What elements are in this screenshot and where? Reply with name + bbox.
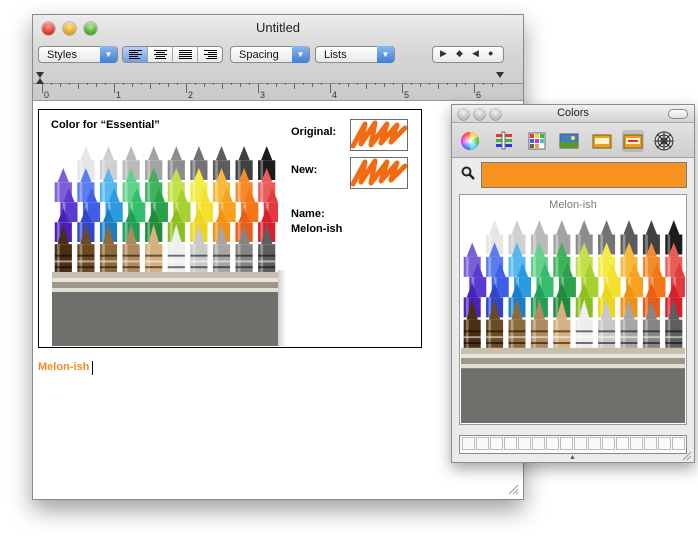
empty-swatch[interactable] [574, 437, 587, 450]
styles-label: Styles [47, 49, 77, 61]
color-wheel-icon[interactable] [459, 130, 481, 152]
empty-swatch[interactable] [476, 437, 489, 450]
pencils-icon[interactable] [591, 130, 613, 152]
current-color-well[interactable] [481, 162, 687, 188]
right-tab-icon[interactable]: ◀ [472, 48, 479, 59]
lists-popup[interactable]: Lists ▼ [315, 46, 395, 63]
align-center-button[interactable] [148, 47, 173, 62]
name-value: Melon-ish [291, 223, 343, 235]
empty-swatch[interactable] [616, 437, 629, 450]
ruler-number: 4 [332, 90, 337, 100]
empty-swatch[interactable] [658, 437, 671, 450]
empty-swatch[interactable] [630, 437, 643, 450]
align-center-icon [154, 50, 167, 59]
resize-grip-icon[interactable] [507, 483, 519, 495]
text-caret [92, 361, 93, 375]
empty-swatch[interactable] [490, 437, 503, 450]
image-heading: Color for “Essential” [51, 119, 160, 131]
panel-title: Colors [557, 107, 589, 119]
alignment-control[interactable] [122, 46, 223, 63]
ruler-number: 6 [476, 90, 481, 100]
colors-panel: Colors Melon-ish ▲ [451, 104, 695, 463]
align-right-button[interactable] [198, 47, 222, 62]
resize-grip-icon[interactable] [681, 450, 692, 461]
crayon-box[interactable]: Melon-ish [459, 194, 687, 425]
ruler-number: 0 [44, 90, 49, 100]
ruler-number: 2 [188, 90, 193, 100]
empty-swatch[interactable] [518, 437, 531, 450]
styles-popup[interactable]: Styles ▼ [38, 46, 118, 63]
center-tab-icon[interactable]: ◆ [456, 48, 463, 59]
popup-arrow-icon: ▼ [377, 46, 394, 63]
saved-swatches[interactable] [459, 435, 687, 454]
justify-button[interactable] [173, 47, 198, 62]
right-indent-icon [496, 72, 504, 78]
align-left-icon [129, 50, 142, 59]
original-label: Original: [291, 126, 337, 138]
new-label: New: [291, 164, 318, 176]
ruler-number: 5 [404, 90, 409, 100]
align-left-button[interactable] [123, 47, 148, 62]
left-indent-icon [36, 78, 44, 84]
empty-swatch[interactable] [532, 437, 545, 450]
image-palettes-icon[interactable] [558, 130, 580, 152]
popup-arrow-icon: ▼ [292, 46, 309, 63]
spacing-label: Spacing [239, 49, 279, 61]
new-swatch [350, 157, 408, 189]
first-indent-icon [36, 72, 44, 78]
orange-scribble-icon [350, 120, 408, 149]
popup-arrow-icon: ▼ [100, 46, 117, 63]
empty-swatch[interactable] [602, 437, 615, 450]
color-sliders-icon[interactable] [493, 130, 515, 152]
empty-swatch[interactable] [560, 437, 573, 450]
tab-stops-control[interactable]: ▶ ◆ ◀ ● [432, 46, 504, 63]
empty-swatch[interactable] [504, 437, 517, 450]
spacing-popup[interactable]: Spacing ▼ [230, 46, 310, 63]
orange-scribble-icon [350, 158, 408, 187]
left-tab-icon[interactable]: ▶ [440, 48, 447, 59]
empty-swatch[interactable] [546, 437, 559, 450]
empty-swatch[interactable] [462, 437, 475, 450]
ruler-number: 3 [260, 90, 265, 100]
crayons-icon[interactable] [622, 130, 644, 152]
swatch-drag-handle-icon[interactable]: ▲ [569, 454, 576, 461]
lists-label: Lists [324, 49, 347, 61]
ruler-number: 1 [116, 90, 121, 100]
title-bar[interactable]: Untitled Styles ▼ Spacing ▼ Lists ▼ ▶ ◆ … [33, 15, 523, 101]
decimal-tab-icon[interactable]: ● [488, 48, 493, 58]
name-label: Name: [291, 208, 325, 220]
original-swatch [350, 119, 408, 151]
justify-icon [179, 50, 192, 59]
crayon-box-image[interactable] [461, 220, 685, 423]
spider-web-icon[interactable] [653, 130, 675, 152]
window-title: Untitled [255, 20, 301, 35]
crayon-name: Melon-ish [549, 199, 597, 211]
empty-swatch[interactable] [672, 437, 685, 450]
color-palettes-icon[interactable] [526, 130, 548, 152]
magnifier-icon[interactable] [461, 166, 475, 181]
panel-title-bar[interactable]: Colors [452, 105, 694, 123]
empty-swatch[interactable] [588, 437, 601, 450]
crayon-box-image [52, 146, 278, 346]
toolbar-toggle-button[interactable] [668, 109, 688, 119]
ruler[interactable]: 0 1 2 3 4 5 6 [33, 68, 523, 100]
document-text[interactable]: Melon-ish [38, 361, 89, 373]
empty-swatch[interactable] [644, 437, 657, 450]
align-right-icon [204, 50, 217, 59]
color-mode-toolbar [452, 123, 694, 158]
embedded-image[interactable]: Color for “Essential” Original: New: Nam… [38, 109, 422, 348]
